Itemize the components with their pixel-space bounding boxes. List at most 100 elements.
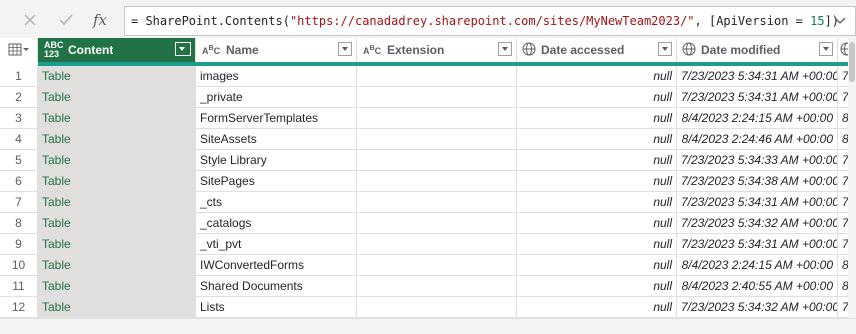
globe-icon[interactable]	[521, 41, 537, 60]
table-cell-name[interactable]: SitePages	[196, 171, 357, 192]
column-header-date-accessed[interactable]: Date accessed	[517, 38, 677, 62]
table-cell-date-accessed[interactable]: null	[517, 108, 677, 129]
table-cell-date-modified[interactable]: 7/23/2023 5:34:31 AM +00:00	[677, 87, 838, 108]
text-type-icon[interactable]: ABC	[363, 44, 383, 56]
table-cell-content[interactable]: Table	[38, 234, 196, 255]
table-cell-date-accessed[interactable]: null	[517, 129, 677, 150]
table-row[interactable]: 3 Table FormServerTemplates null 8/4/2023 2:…	[0, 108, 856, 129]
table-cell-extension[interactable]	[357, 66, 517, 87]
table-cell-date-modified[interactable]: 7/23/2023 5:34:32 AM +00:00	[677, 297, 838, 318]
table-cell-date-accessed[interactable]: null	[517, 213, 677, 234]
row-number: 8	[0, 213, 38, 234]
table-menu-icon[interactable]	[0, 38, 38, 62]
table-cell-date-accessed[interactable]: null	[517, 87, 677, 108]
table-cell-date-accessed[interactable]: null	[517, 192, 677, 213]
table-cell-content[interactable]: Table	[38, 213, 196, 234]
table-cell-content[interactable]: Table	[38, 192, 196, 213]
expand-icon[interactable]	[175, 42, 191, 56]
table-row[interactable]: 1 Table images null 7/23/2023 5:34:31 AM +00…	[0, 66, 856, 87]
scrollbar-thumb[interactable]	[849, 42, 855, 82]
table-cell-date-modified[interactable]: 7/23/2023 5:34:31 AM +00:00	[677, 234, 838, 255]
table-row[interactable]: 7 Table _cts null 7/23/2023 5:34:31 AM +00:0…	[0, 192, 856, 213]
table-cell-name[interactable]: IWConvertedForms	[196, 255, 357, 276]
formula-input[interactable]: = SharePoint.Contents("https://canadadre…	[124, 6, 856, 36]
table-cell-date-accessed[interactable]: null	[517, 255, 677, 276]
table-cell-extension[interactable]	[357, 108, 517, 129]
table-cell-date-accessed[interactable]: null	[517, 297, 677, 318]
table-cell-extension[interactable]	[357, 234, 517, 255]
table-row[interactable]: 5 Table Style Library null 7/23/2023 5:34:33…	[0, 150, 856, 171]
table-cell-date-modified[interactable]: 7/23/2023 5:34:31 AM +00:00	[677, 66, 838, 87]
table-row[interactable]: 12 Table Lists null 7/23/2023 5:34:32 AM +00…	[0, 297, 856, 318]
table-cell-name[interactable]: Style Library	[196, 150, 357, 171]
table-cell-extension[interactable]	[357, 87, 517, 108]
table-cell-name[interactable]: SiteAssets	[196, 129, 357, 150]
table-cell-name[interactable]: _vti_pvt	[196, 234, 357, 255]
table-cell-date-modified[interactable]: 8/4/2023 2:24:46 AM +00:00	[677, 129, 838, 150]
column-header-content[interactable]: ABC 123 Content	[38, 38, 196, 62]
table-cell-extension[interactable]	[357, 255, 517, 276]
table-cell-extension[interactable]	[357, 297, 517, 318]
formula-url: "https://canadadrey.sharepoint.com/sites…	[289, 14, 695, 28]
table-row[interactable]: 2 Table _private null 7/23/2023 5:34:31 AM +…	[0, 87, 856, 108]
table-cell-date-modified[interactable]: 8/4/2023 2:24:15 AM +00:00	[677, 255, 838, 276]
table-cell-extension[interactable]	[357, 192, 517, 213]
column-label-date-accessed: Date accessed	[541, 43, 625, 57]
table-cell-name[interactable]: FormServerTemplates	[196, 108, 357, 129]
text-type-icon[interactable]: ABC	[202, 44, 222, 56]
table-cell-content[interactable]: Table	[38, 150, 196, 171]
table-cell-date-accessed[interactable]: null	[517, 150, 677, 171]
table-row[interactable]: 11 Table Shared Documents null 8/4/2023 2:40…	[0, 276, 856, 297]
table-row[interactable]: 8 Table _catalogs null 7/23/2023 5:34:32 AM …	[0, 213, 856, 234]
table-cell-extension[interactable]	[357, 171, 517, 192]
table-cell-content[interactable]: Table	[38, 87, 196, 108]
filter-dropdown-icon[interactable]	[338, 42, 352, 56]
table-row[interactable]: 10 Table IWConvertedForms null 8/4/2023 2:24…	[0, 255, 856, 276]
table-cell-content[interactable]: Table	[38, 66, 196, 87]
table-cell-name[interactable]: _catalogs	[196, 213, 357, 234]
table-cell-date-modified[interactable]: 7/23/2023 5:34:31 AM +00:00	[677, 192, 838, 213]
vertical-scrollbar[interactable]	[848, 38, 856, 318]
table-cell-content[interactable]: Table	[38, 297, 196, 318]
table-cell-date-modified[interactable]: 7/23/2023 5:34:32 AM +00:00	[677, 213, 838, 234]
table-row[interactable]: 4 Table SiteAssets null 8/4/2023 2:24:46 AM …	[0, 129, 856, 150]
table-cell-extension[interactable]	[357, 150, 517, 171]
table-cell-date-accessed[interactable]: null	[517, 234, 677, 255]
table-cell-name[interactable]: _cts	[196, 192, 357, 213]
any-type-icon[interactable]: ABC 123	[44, 41, 64, 59]
table-cell-date-modified[interactable]: 7/23/2023 5:34:38 AM +00:00	[677, 171, 838, 192]
table-cell-name[interactable]: Lists	[196, 297, 357, 318]
table-cell-extension[interactable]	[357, 276, 517, 297]
filter-dropdown-icon[interactable]	[498, 42, 512, 56]
table-cell-date-modified[interactable]: 7/23/2023 5:34:33 AM +00:00	[677, 150, 838, 171]
column-header-date-modified[interactable]: Date modified	[677, 38, 838, 62]
table-cell-content[interactable]: Table	[38, 276, 196, 297]
filter-dropdown-icon[interactable]	[819, 42, 833, 56]
close-icon[interactable]	[18, 8, 42, 32]
globe-icon[interactable]	[681, 41, 697, 60]
table-cell-content[interactable]: Table	[38, 255, 196, 276]
table-row[interactable]: 6 Table SitePages null 7/23/2023 5:34:38 AM …	[0, 171, 856, 192]
table-cell-date-accessed[interactable]: null	[517, 171, 677, 192]
row-number: 12	[0, 297, 38, 318]
fx-icon[interactable]: fx	[88, 8, 112, 32]
column-header-extension[interactable]: ABC Extension	[357, 38, 517, 62]
table-cell-date-accessed[interactable]: null	[517, 276, 677, 297]
column-header-row: ABC 123 Content ABC Name ABC Extension Da…	[0, 38, 856, 66]
filter-dropdown-icon[interactable]	[658, 42, 672, 56]
table-row[interactable]: 9 Table _vti_pvt null 7/23/2023 5:34:31 AM +…	[0, 234, 856, 255]
table-cell-date-accessed[interactable]: null	[517, 66, 677, 87]
table-cell-name[interactable]: _private	[196, 87, 357, 108]
table-cell-date-modified[interactable]: 8/4/2023 2:40:55 AM +00:00	[677, 276, 838, 297]
table-cell-content[interactable]: Table	[38, 108, 196, 129]
table-cell-date-modified[interactable]: 8/4/2023 2:24:15 AM +00:00	[677, 108, 838, 129]
table-cell-name[interactable]: Shared Documents	[196, 276, 357, 297]
table-cell-name[interactable]: images	[196, 66, 357, 87]
table-cell-extension[interactable]	[357, 129, 517, 150]
chevron-down-icon[interactable]	[833, 13, 847, 27]
table-cell-content[interactable]: Table	[38, 171, 196, 192]
table-cell-extension[interactable]	[357, 213, 517, 234]
check-icon[interactable]	[54, 8, 78, 32]
column-header-name[interactable]: ABC Name	[196, 38, 357, 62]
table-cell-content[interactable]: Table	[38, 129, 196, 150]
